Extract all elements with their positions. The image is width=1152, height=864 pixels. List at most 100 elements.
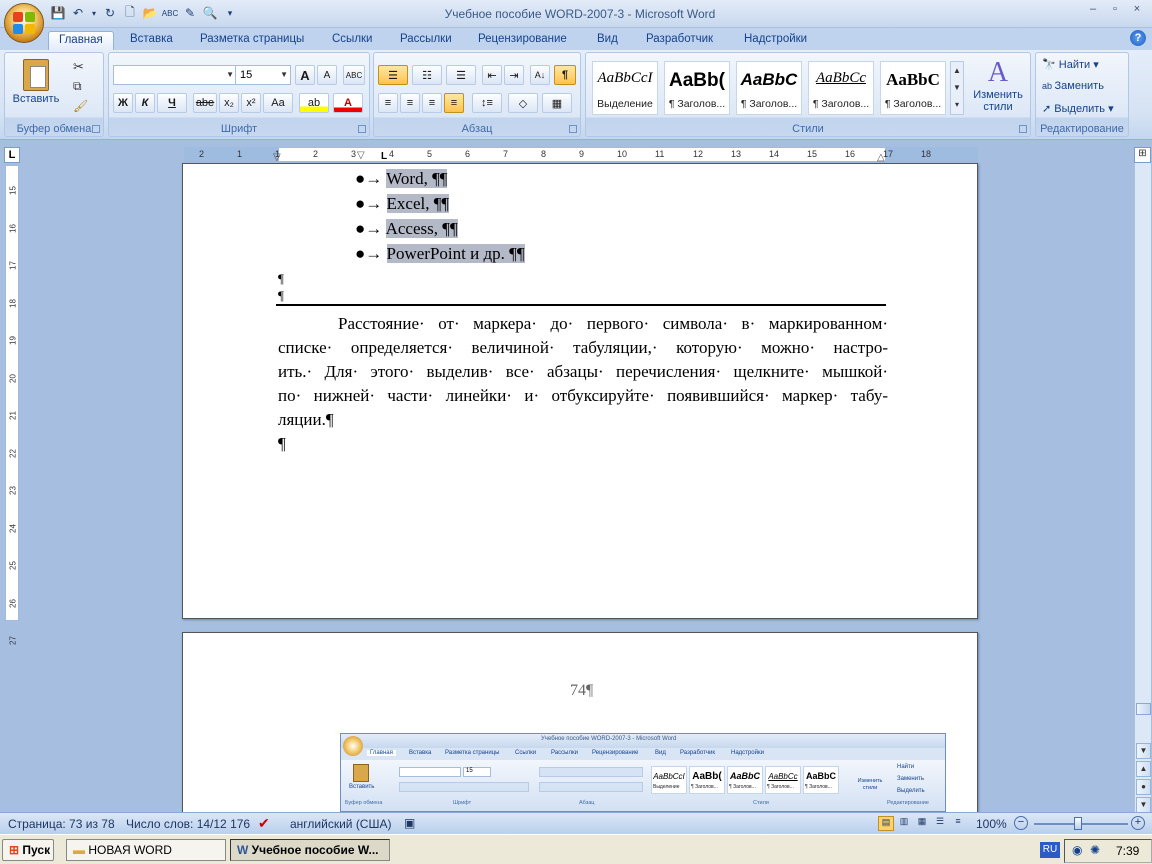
- new-document-icon[interactable]: 🗋: [122, 5, 138, 21]
- strikethrough-button[interactable]: abe: [193, 93, 217, 113]
- undo-dropdown-icon[interactable]: ▾: [90, 5, 98, 21]
- taskbar-item-folder[interactable]: ▬ НОВАЯ WORD: [66, 839, 226, 861]
- tab-developer[interactable]: Разработчик: [636, 31, 723, 50]
- first-line-indent-marker[interactable]: ▽: [273, 152, 281, 163]
- full-screen-reading-icon[interactable]: ▥: [896, 816, 912, 831]
- grow-font-button[interactable]: A: [295, 65, 315, 85]
- help-icon[interactable]: ?: [1130, 30, 1146, 46]
- align-center-icon[interactable]: ≡: [400, 93, 420, 113]
- zoom-slider-thumb[interactable]: [1074, 817, 1082, 830]
- scroll-thumb[interactable]: [1136, 703, 1151, 715]
- vertical-scrollbar[interactable]: ▲ ▼ ▲ ● ▼: [1134, 147, 1151, 813]
- clear-format-icon[interactable]: ABC: [343, 65, 365, 85]
- undo-icon[interactable]: ↶: [70, 5, 86, 21]
- customize-qat-icon[interactable]: ▾: [222, 5, 238, 21]
- dialog-launcher-icon[interactable]: [92, 125, 100, 133]
- view-ruler-icon[interactable]: ⊞: [1134, 147, 1151, 163]
- paragraph-line[interactable]: Расстояние· от· маркера· до· первого· си…: [278, 314, 888, 334]
- list-item[interactable]: ●→ Excel, ¶¶: [355, 194, 450, 216]
- browse-object-icon[interactable]: ●: [1136, 779, 1151, 795]
- superscript-button[interactable]: x²: [241, 93, 261, 113]
- office-button[interactable]: [4, 3, 44, 43]
- scroll-down-icon[interactable]: ▼: [1136, 743, 1151, 759]
- tab-references[interactable]: Ссылки: [322, 31, 383, 50]
- align-right-icon[interactable]: ≡: [422, 93, 442, 113]
- cut-icon[interactable]: ✂: [73, 59, 84, 75]
- zoom-level[interactable]: 100%: [976, 817, 1007, 831]
- styles-scroll[interactable]: ▲ ▼ ▾: [950, 61, 964, 115]
- horizontal-ruler[interactable]: 2 1 1 2 3 4 5 6 7 8 9 10 11 12 13 14 15 16 17 18 ▽ ▽ L △: [184, 147, 978, 163]
- paragraph-line[interactable]: ить.· Для· этого· выделив· все· абзацы· …: [278, 362, 888, 382]
- maximize-button[interactable]: ▫: [1104, 3, 1126, 19]
- page-indicator[interactable]: Страница: 73 из 78: [8, 817, 115, 831]
- paragraph-line[interactable]: по· нижней· части· линейки· и· отбуксиру…: [278, 386, 888, 406]
- tab-addins[interactable]: Надстройки: [734, 31, 817, 50]
- replace-button[interactable]: ab Заменить: [1042, 80, 1104, 92]
- align-left-icon[interactable]: ≡: [378, 93, 398, 113]
- copy-icon[interactable]: ⧉: [73, 79, 82, 94]
- next-page-icon[interactable]: ▼: [1136, 797, 1151, 813]
- find-button[interactable]: 🔭 Найти ▾: [1042, 58, 1099, 71]
- web-layout-icon[interactable]: ▦: [914, 816, 930, 831]
- italic-button[interactable]: К: [135, 93, 155, 113]
- multilevel-list-icon[interactable]: ☰: [446, 65, 476, 85]
- style-heading-3[interactable]: AaBbCc ¶ Заголов...: [808, 61, 874, 115]
- zoom-out-icon[interactable]: −: [1014, 816, 1028, 830]
- close-button[interactable]: ×: [1126, 3, 1148, 19]
- style-heading-1[interactable]: AaBb(¶ Заголов...: [664, 61, 730, 115]
- vertical-ruler[interactable]: 15 16 17 18 19 20 21 22 23 24 25 26 27: [5, 165, 19, 645]
- tab-mailings[interactable]: Рассылки: [390, 31, 462, 50]
- minimize-button[interactable]: –: [1082, 3, 1104, 19]
- proofing-icon[interactable]: ✔: [258, 815, 270, 832]
- tray-icon[interactable]: ✺: [1090, 843, 1100, 857]
- dialog-launcher-icon[interactable]: [358, 125, 366, 133]
- dialog-launcher-icon[interactable]: [1019, 125, 1027, 133]
- tray-icon[interactable]: ◉: [1072, 843, 1082, 857]
- language-indicator[interactable]: английский (США): [290, 817, 391, 831]
- decrease-indent-icon[interactable]: ⇤: [482, 65, 502, 85]
- font-name-combo[interactable]: ▼: [113, 65, 237, 85]
- tab-stop-marker[interactable]: L: [381, 151, 387, 162]
- word-count[interactable]: Число слов: 14/12 176: [126, 817, 250, 831]
- outline-icon[interactable]: ☰: [932, 816, 948, 831]
- format-painter-icon[interactable]: 🖌: [73, 99, 88, 113]
- tab-insert[interactable]: Вставка: [120, 31, 183, 50]
- dialog-launcher-icon[interactable]: [569, 125, 577, 133]
- sort-icon[interactable]: A↓: [530, 65, 550, 85]
- print-preview-icon[interactable]: 🔍: [202, 5, 218, 21]
- paste-button[interactable]: Вставить: [11, 57, 61, 115]
- numbering-icon[interactable]: ☷: [412, 65, 442, 85]
- line-spacing-icon[interactable]: ↕≡: [472, 93, 502, 113]
- tab-home[interactable]: Главная: [48, 31, 114, 50]
- change-styles-button[interactable]: A Изменить стили: [968, 57, 1028, 121]
- underline-button[interactable]: Ч: [157, 93, 187, 113]
- hanging-indent-marker[interactable]: ▽: [357, 150, 365, 161]
- list-item[interactable]: ●→ PowerPoint и др. ¶¶: [355, 244, 525, 266]
- font-color-icon[interactable]: A: [333, 93, 363, 113]
- language-bar[interactable]: RU: [1040, 842, 1060, 858]
- change-case-button[interactable]: Aa: [263, 93, 293, 113]
- borders-icon[interactable]: ▦: [542, 93, 572, 113]
- bullets-icon[interactable]: ☰: [378, 65, 408, 85]
- paragraph-line[interactable]: списке· определяется· величиной· табуляц…: [278, 338, 888, 358]
- embedded-screenshot-image[interactable]: Учебное пособие WORD-2007-3 - Microsoft …: [340, 733, 946, 812]
- select-button[interactable]: ➚ Выделить ▾: [1042, 102, 1114, 115]
- shrink-font-button[interactable]: A: [317, 65, 337, 85]
- draft-icon[interactable]: ≡: [950, 816, 966, 831]
- tab-selector[interactable]: L: [4, 147, 20, 163]
- save-icon[interactable]: 💾: [50, 5, 66, 21]
- list-item[interactable]: ●→ Word, ¶¶: [355, 169, 448, 191]
- highlight-icon[interactable]: ab: [299, 93, 329, 113]
- open-icon[interactable]: 📂: [142, 5, 158, 21]
- right-indent-marker[interactable]: △: [877, 152, 885, 163]
- increase-indent-icon[interactable]: ⇥: [504, 65, 524, 85]
- show-marks-button[interactable]: ¶: [554, 65, 576, 85]
- previous-page-icon[interactable]: ▲: [1136, 761, 1151, 777]
- style-heading-2[interactable]: AaBbC ¶ Заголов...: [736, 61, 802, 115]
- redo-icon[interactable]: ↻: [102, 5, 118, 21]
- tab-review[interactable]: Рецензирование: [468, 31, 577, 50]
- list-item[interactable]: ●→ Access, ¶¶: [355, 219, 458, 241]
- macro-icon[interactable]: ▣: [404, 816, 415, 830]
- clock[interactable]: 7:39: [1116, 844, 1139, 858]
- start-button[interactable]: ⊞ Пуск: [2, 839, 54, 861]
